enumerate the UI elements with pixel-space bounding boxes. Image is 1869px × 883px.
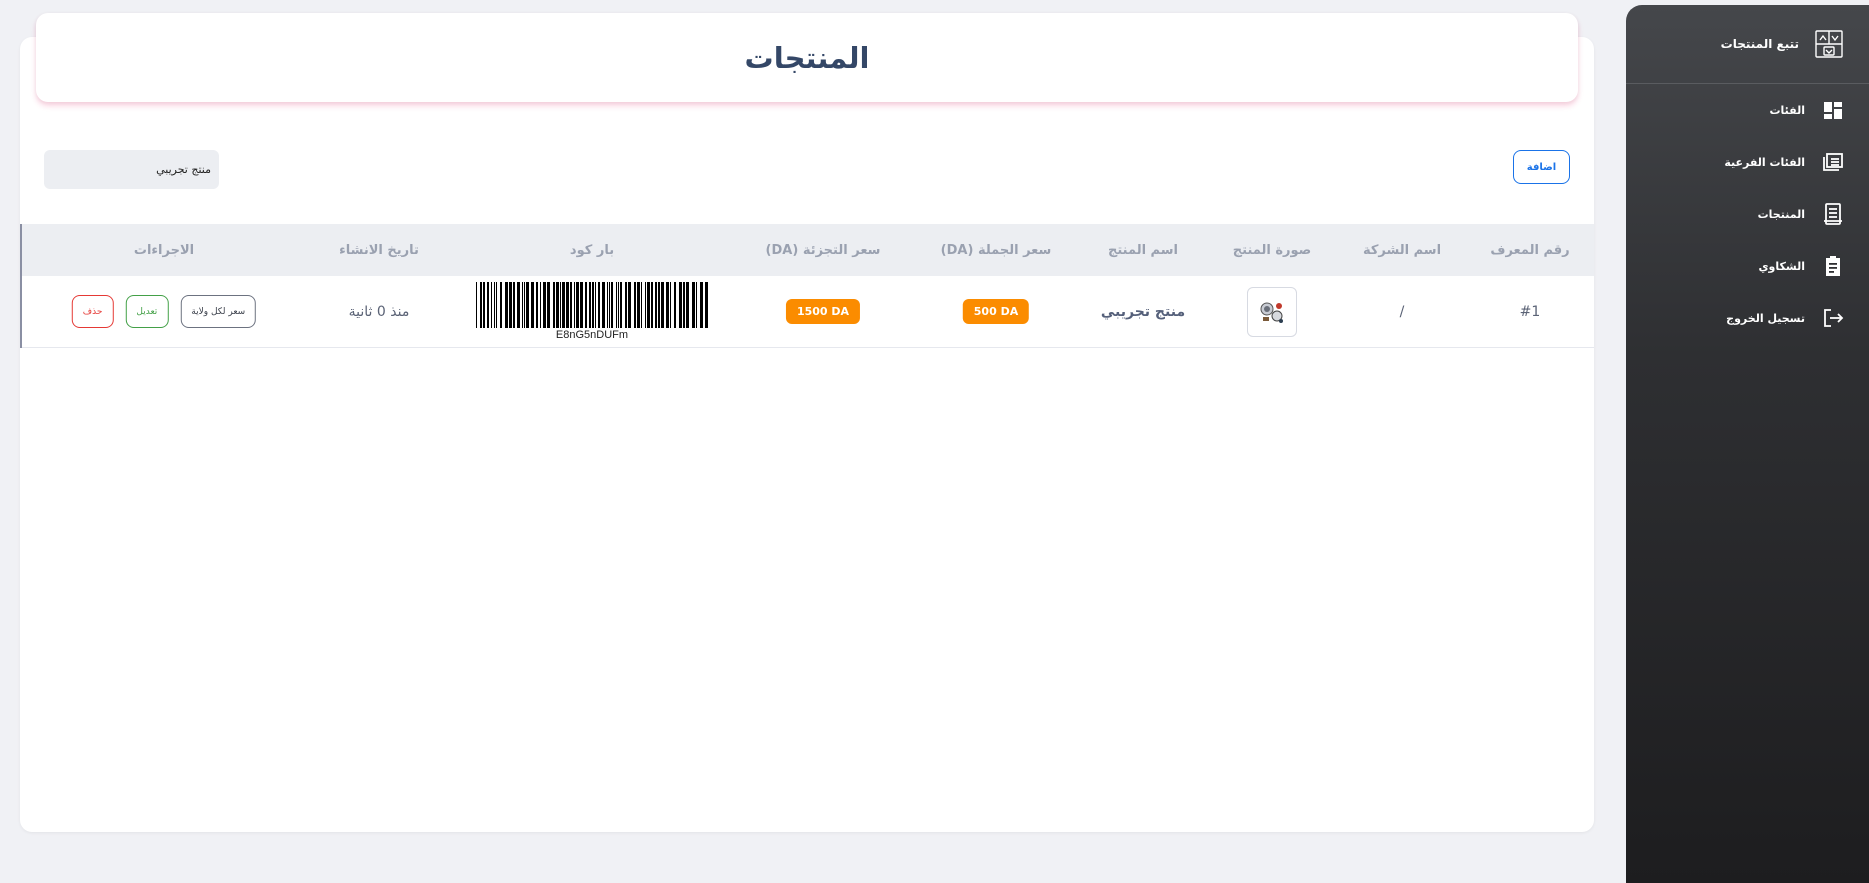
sidebar-item-label: الشكاوي — [1758, 259, 1805, 273]
sidebar-item-complaints[interactable]: الشكاوي — [1626, 240, 1869, 292]
title-card: المنتجات — [36, 13, 1578, 102]
sidebar-item-label: تسجيل الخروج — [1726, 311, 1805, 325]
header-company[interactable]: اسم الشركة — [1363, 224, 1441, 276]
subcategories-icon — [1821, 150, 1845, 174]
table-header-row: رقم المعرف اسم الشركة صورة المنتج اسم ال… — [22, 224, 1594, 276]
sidebar-item-label: المنتجات — [1757, 207, 1805, 221]
sidebar: تتبع المنتجات الفئات الفئات الفرعية المن… — [1626, 5, 1869, 883]
barcode-cell: E8nG5nDUFm — [476, 276, 708, 347]
header-actions: الاجراءات — [133, 242, 195, 258]
sidebar-brand[interactable]: تتبع المنتجات — [1626, 5, 1869, 84]
brand-label: تتبع المنتجات — [1720, 37, 1799, 51]
search-input[interactable] — [44, 150, 219, 189]
retail-price-cell: 1500 DA — [785, 276, 861, 347]
created-date: منذ 0 ثانية — [348, 303, 410, 320]
table-row: #1 / منتج تجريبي 500 DA 1500 DA E8nG5nDU… — [22, 276, 1594, 348]
barcode: E8nG5nDUFm — [476, 282, 708, 341]
sidebar-item-logout[interactable]: تسجيل الخروج — [1626, 292, 1869, 344]
barcode-text: E8nG5nDUFm — [555, 329, 629, 341]
row-actions: حذف تعديل سعر لكل ولاية — [71, 295, 257, 328]
header-barcode[interactable]: بار كود — [570, 224, 614, 276]
sidebar-item-products[interactable]: المنتجات — [1626, 188, 1869, 240]
header-retail-price[interactable]: سعر التجزئة (DA) — [766, 224, 881, 276]
add-product-button[interactable]: اضافة — [1513, 150, 1570, 184]
company-name: / — [1399, 303, 1405, 320]
header-image[interactable]: صورة المنتج — [1233, 224, 1311, 276]
product-id: #1 — [1519, 303, 1541, 320]
barcode-graphic — [476, 282, 708, 328]
edit-button[interactable]: تعديل — [125, 295, 169, 328]
wholesale-price-cell: 500 DA — [962, 276, 1030, 347]
price-per-state-button[interactable]: سعر لكل ولاية — [180, 295, 257, 328]
product-name: منتج تجريبي — [1100, 303, 1186, 320]
delete-button[interactable]: حذف — [71, 295, 114, 328]
product-thumbnail[interactable] — [1247, 286, 1297, 337]
dashboard-icon — [1821, 98, 1845, 122]
product-tracking-logo-icon — [1811, 26, 1847, 62]
product-image-cell — [1247, 276, 1297, 347]
header-wholesale-price[interactable]: سعر الجملة (DA) — [941, 224, 1052, 276]
page-title: المنتجات — [744, 40, 870, 75]
product-image-icon — [1260, 302, 1283, 323]
sidebar-item-label: الفئات — [1769, 103, 1806, 117]
retail-price-badge: 1500 DA — [785, 299, 861, 324]
actions-cell: حذف تعديل سعر لكل ولاية — [71, 276, 257, 347]
header-id[interactable]: رقم المعرف — [1490, 224, 1569, 276]
clipboard-icon — [1821, 254, 1845, 278]
sidebar-item-categories[interactable]: الفئات — [1626, 84, 1869, 136]
header-name[interactable]: اسم المنتج — [1108, 224, 1178, 276]
receipt-icon — [1821, 202, 1845, 226]
header-created[interactable]: تاريخ الانشاء — [339, 224, 419, 276]
main-panel — [20, 37, 1594, 832]
logout-icon — [1821, 306, 1845, 330]
products-table: رقم المعرف اسم الشركة صورة المنتج اسم ال… — [20, 224, 1594, 348]
sidebar-item-subcategories[interactable]: الفئات الفرعية — [1626, 136, 1869, 188]
sidebar-item-label: الفئات الفرعية — [1724, 155, 1805, 169]
wholesale-price-badge: 500 DA — [962, 299, 1030, 324]
